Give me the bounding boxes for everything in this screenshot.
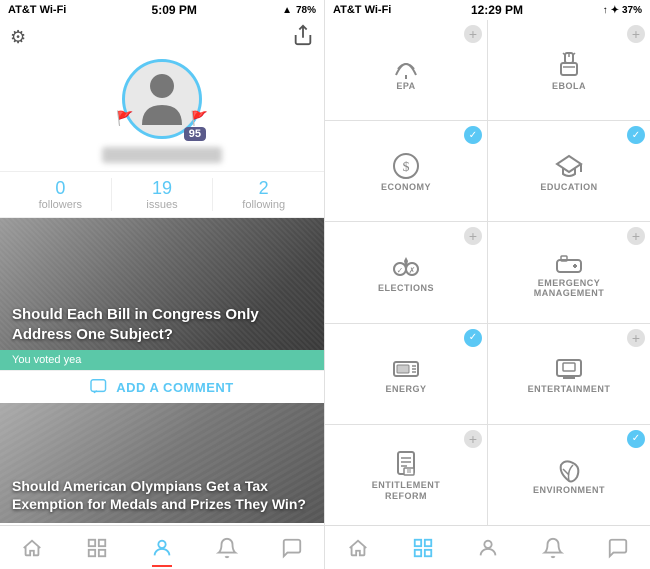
- top-actions: ⚙: [0, 20, 324, 55]
- voted-banner: You voted yea: [0, 350, 324, 370]
- ebola-label: EBOLA: [552, 81, 586, 92]
- nav-chat-left[interactable]: [273, 533, 311, 563]
- elections-label: ELECTIONS: [378, 283, 434, 294]
- topic-plus-emergency: +: [627, 227, 645, 245]
- topic-education[interactable]: ✓ EDUCATION: [488, 121, 650, 221]
- energy-icon: [390, 352, 422, 384]
- profile-icon-right: [477, 537, 499, 559]
- topic-plus-entitlement: +: [464, 430, 482, 448]
- topic-grid: + EPA + EBOLA ✓: [325, 20, 650, 525]
- stat-issues[interactable]: 19 issues: [111, 178, 213, 211]
- chat-icon-right: [607, 537, 629, 559]
- education-label: EDUCATION: [540, 182, 597, 193]
- status-bar-right: AT&T Wi-Fi 12:29 PM ↑ ✦ 37%: [325, 0, 650, 20]
- time-right: 12:29 PM: [471, 3, 523, 17]
- status-bar-left: AT&T Wi-Fi 5:09 PM ▲ 78%: [0, 0, 324, 20]
- bell-icon-left: [216, 537, 238, 559]
- topic-entertainment[interactable]: + ENTERTAINMENT: [488, 324, 650, 424]
- topic-check-education: ✓: [627, 126, 645, 144]
- topic-check-energy: ✓: [464, 329, 482, 347]
- economy-label: ECONOMY: [381, 182, 431, 193]
- card-olympians[interactable]: Should American Olympians Get a Tax Exem…: [0, 403, 324, 523]
- battery-right: ↑ ✦ 37%: [603, 5, 642, 16]
- entertainment-label: ENTERTAINMENT: [528, 384, 611, 395]
- education-icon: [553, 150, 585, 182]
- energy-label: ENERGY: [385, 384, 426, 395]
- emergency-mgmt-label: EMERGENCY MANAGEMENT: [534, 278, 605, 300]
- entitlement-icon: [390, 448, 422, 480]
- topic-energy[interactable]: ✓ ENERGY: [325, 324, 487, 424]
- topic-emergency-mgmt[interactable]: + EMERGENCY MANAGEMENT: [488, 222, 650, 322]
- stat-following[interactable]: 2 following: [212, 178, 314, 211]
- avatar-silhouette: [137, 70, 187, 128]
- share-button[interactable]: [292, 24, 314, 51]
- entitlement-reform-label: ENTITLEMENT REFORM: [372, 480, 441, 502]
- bottom-nav-left: [0, 525, 324, 569]
- nav-grid-left[interactable]: [78, 533, 116, 563]
- home-icon-right: [347, 537, 369, 559]
- topic-economy[interactable]: ✓ $ ECONOMY: [325, 121, 487, 221]
- epa-label: EPA: [396, 81, 415, 92]
- card-title-2: Should American Olympians Get a Tax Exem…: [0, 467, 324, 523]
- grid-icon-left: [86, 537, 108, 559]
- flag-left: 🚩: [116, 110, 133, 127]
- nav-profile-left[interactable]: [143, 533, 181, 563]
- chat-icon-left: [281, 537, 303, 559]
- topic-epa[interactable]: + EPA: [325, 20, 487, 120]
- add-comment-button[interactable]: ADD A COMMENT: [0, 370, 324, 403]
- avatar-wrapper: 🚩 🚩 95: [122, 59, 202, 139]
- active-line: [152, 565, 172, 567]
- bell-icon-right: [542, 537, 564, 559]
- content-area: Should Each Bill in Congress Only Addres…: [0, 218, 324, 525]
- right-panel: AT&T Wi-Fi 12:29 PM ↑ ✦ 37% + EPA +: [325, 0, 650, 569]
- left-panel: AT&T Wi-Fi 5:09 PM ▲ 78% ⚙ 🚩 🚩: [0, 0, 325, 569]
- emergency-icon: [553, 246, 585, 278]
- username-blur: [102, 147, 222, 163]
- nav-profile-right[interactable]: [469, 533, 507, 563]
- topic-environment[interactable]: ✓ ENVIRONMENT: [488, 425, 650, 525]
- carrier-left: AT&T Wi-Fi: [8, 4, 66, 16]
- time-left: 5:09 PM: [152, 3, 197, 17]
- nav-home-right[interactable]: [339, 533, 377, 563]
- elections-icon: ✓ ✗: [390, 251, 422, 283]
- svg-text:$: $: [403, 160, 410, 175]
- grid-icon-right: [412, 537, 434, 559]
- card-congress-bill[interactable]: Should Each Bill in Congress Only Addres…: [0, 218, 324, 403]
- profile-section: 🚩 🚩 95: [0, 55, 324, 171]
- stats-row: 0 followers 19 issues 2 following: [0, 171, 324, 218]
- stat-followers[interactable]: 0 followers: [10, 178, 111, 211]
- score-badge: 95: [184, 127, 206, 141]
- flag-right: 🚩: [191, 110, 208, 127]
- nav-bell-left[interactable]: [208, 533, 246, 563]
- settings-button[interactable]: ⚙: [10, 27, 26, 48]
- topic-ebola[interactable]: + EBOLA: [488, 20, 650, 120]
- nav-chat-right[interactable]: [599, 533, 637, 563]
- environment-label: ENVIRONMENT: [533, 485, 605, 496]
- topic-plus-ebola: +: [627, 25, 645, 43]
- topic-plus-elections: +: [464, 227, 482, 245]
- bottom-nav-right: [325, 525, 650, 569]
- environment-icon: [553, 453, 585, 485]
- epa-icon: [390, 49, 422, 81]
- topic-check-environment: ✓: [627, 430, 645, 448]
- svg-text:✓: ✓: [397, 266, 404, 275]
- nav-home-left[interactable]: [13, 533, 51, 563]
- topic-plus-epa: +: [464, 25, 482, 43]
- home-icon-left: [21, 537, 43, 559]
- topic-elections[interactable]: + ✓ ✗ ELECTIONS: [325, 222, 487, 322]
- battery-left: ▲ 78%: [282, 5, 316, 16]
- topic-plus-entertainment: +: [627, 329, 645, 347]
- topic-check-economy: ✓: [464, 126, 482, 144]
- ebola-icon: [553, 49, 585, 81]
- topic-entitlement-reform[interactable]: + ENTITLEMENT REFORM: [325, 425, 487, 525]
- comment-icon: [90, 379, 108, 395]
- svg-text:✗: ✗: [409, 266, 416, 275]
- economy-icon: $: [390, 150, 422, 182]
- carrier-right: AT&T Wi-Fi: [333, 4, 391, 16]
- entertainment-icon: [553, 352, 585, 384]
- nav-bell-right[interactable]: [534, 533, 572, 563]
- nav-grid-right[interactable]: [404, 533, 442, 563]
- profile-icon-left: [151, 537, 173, 559]
- card-title-1: Should Each Bill in Congress Only Addres…: [12, 305, 312, 344]
